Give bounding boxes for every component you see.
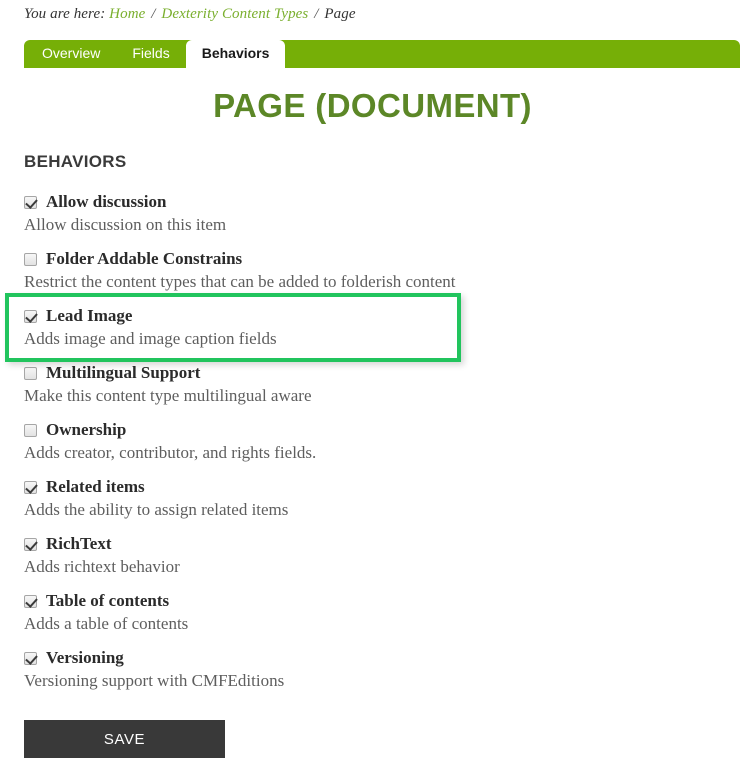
- breadcrumb-link-dexterity-content-types[interactable]: Dexterity Content Types: [161, 6, 308, 22]
- breadcrumb-separator: /: [314, 6, 319, 22]
- save-button[interactable]: SAVE: [24, 720, 225, 758]
- tab-overview[interactable]: Overview: [24, 40, 116, 68]
- behavior-head: Related items: [24, 477, 724, 496]
- behavior-head: Lead Image: [24, 306, 724, 325]
- tab-fields[interactable]: Fields: [116, 40, 185, 68]
- breadcrumb-label: You are here:: [24, 6, 106, 22]
- tab-behaviors-label: Behaviors: [201, 45, 270, 61]
- behavior-label-multilingual-support[interactable]: Multilingual Support: [46, 363, 200, 382]
- behavior-label-allow-discussion[interactable]: Allow discussion: [46, 192, 166, 211]
- tab-fields-label: Fields: [132, 45, 170, 61]
- checkbox-richtext[interactable]: [24, 537, 37, 551]
- behavior-label-versioning[interactable]: Versioning: [46, 648, 124, 667]
- behavior-description-versioning: Versioning support with CMFEditions: [24, 671, 285, 690]
- checkbox-table-of-contents[interactable]: [24, 594, 37, 608]
- tab-overview-label: Overview: [42, 45, 101, 61]
- checkbox-lead-image[interactable]: [24, 309, 37, 323]
- behavior-row-lead-image: Lead Image Adds image and image caption …: [24, 306, 724, 349]
- checkbox-ownership[interactable]: [24, 423, 37, 437]
- breadcrumb-separator: /: [151, 6, 156, 22]
- behavior-head: Table of contents: [24, 591, 724, 610]
- behavior-description-folder-addable-constrains: Restrict the content types that can be a…: [24, 272, 456, 291]
- behavior-row-multilingual-support: Multilingual Support Make this content t…: [24, 363, 724, 406]
- checkbox-allow-discussion[interactable]: [24, 195, 37, 209]
- behavior-row-allow-discussion: Allow discussion Allow discussion on thi…: [24, 192, 724, 235]
- tab-bar: Overview Fields Behaviors: [24, 40, 740, 68]
- behavior-label-table-of-contents[interactable]: Table of contents: [46, 591, 169, 610]
- behavior-description-ownership: Adds creator, contributor, and rights fi…: [24, 443, 317, 462]
- behavior-label-folder-addable-constrains[interactable]: Folder Addable Constrains: [46, 249, 242, 268]
- checkbox-folder-addable-constrains[interactable]: [24, 252, 37, 266]
- behavior-description-table-of-contents: Adds a table of contents: [24, 614, 189, 633]
- behavior-row-versioning: Versioning Versioning support with CMFEd…: [24, 648, 724, 691]
- tab-behaviors[interactable]: Behaviors: [185, 40, 286, 68]
- checkbox-versioning[interactable]: [24, 651, 37, 665]
- behavior-label-richtext[interactable]: RichText: [46, 534, 112, 553]
- behavior-row-ownership: Ownership Adds creator, contributor, and…: [24, 420, 724, 463]
- behavior-head: RichText: [24, 534, 724, 553]
- behavior-description-allow-discussion: Allow discussion on this item: [24, 215, 227, 234]
- behavior-label-lead-image[interactable]: Lead Image: [46, 306, 132, 325]
- behavior-description-related-items: Adds the ability to assign related items: [24, 500, 289, 519]
- behaviors-list: Allow discussion Allow discussion on thi…: [24, 192, 724, 705]
- behavior-row-table-of-contents: Table of contents Adds a table of conten…: [24, 591, 724, 634]
- checkbox-related-items[interactable]: [24, 480, 37, 494]
- behavior-head: Allow discussion: [24, 192, 724, 211]
- behavior-head: Multilingual Support: [24, 363, 724, 382]
- save-button-label: SAVE: [103, 730, 146, 748]
- behavior-row-folder-addable-constrains: Folder Addable Constrains Restrict the c…: [24, 249, 724, 292]
- behavior-head: Folder Addable Constrains: [24, 249, 724, 268]
- tab-list: Overview Fields Behaviors: [24, 40, 740, 68]
- behavior-description-multilingual-support: Make this content type multilingual awar…: [24, 386, 312, 405]
- behavior-row-related-items: Related items Adds the ability to assign…: [24, 477, 724, 520]
- behavior-row-richtext: RichText Adds richtext behavior: [24, 534, 724, 577]
- breadcrumb-link-home[interactable]: Home: [109, 6, 145, 22]
- behavior-description-richtext: Adds richtext behavior: [24, 557, 180, 576]
- behavior-label-ownership[interactable]: Ownership: [46, 420, 126, 439]
- checkbox-multilingual-support[interactable]: [24, 366, 37, 380]
- behavior-head: Versioning: [24, 648, 724, 667]
- behavior-description-lead-image: Adds image and image caption fields: [24, 329, 277, 348]
- breadcrumb-current-page: Page: [324, 6, 356, 22]
- page-title: PAGE (DOCUMENT): [213, 87, 532, 124]
- breadcrumb: You are here: Home / Dexterity Content T…: [24, 6, 356, 23]
- section-heading-behaviors: BEHAVIORS: [24, 152, 127, 171]
- behavior-label-related-items[interactable]: Related items: [46, 477, 145, 496]
- behavior-head: Ownership: [24, 420, 724, 439]
